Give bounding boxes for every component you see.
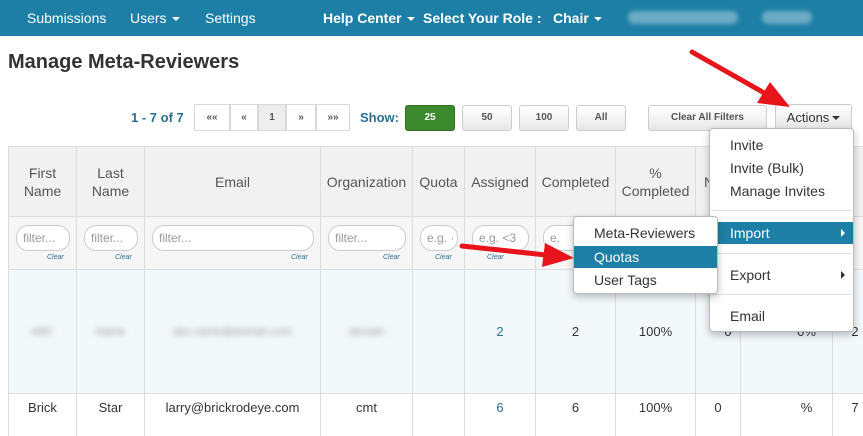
arrow-to-actions (689, 49, 790, 107)
annotation-arrows (459, 49, 790, 267)
arrow-to-quotas (459, 243, 574, 267)
